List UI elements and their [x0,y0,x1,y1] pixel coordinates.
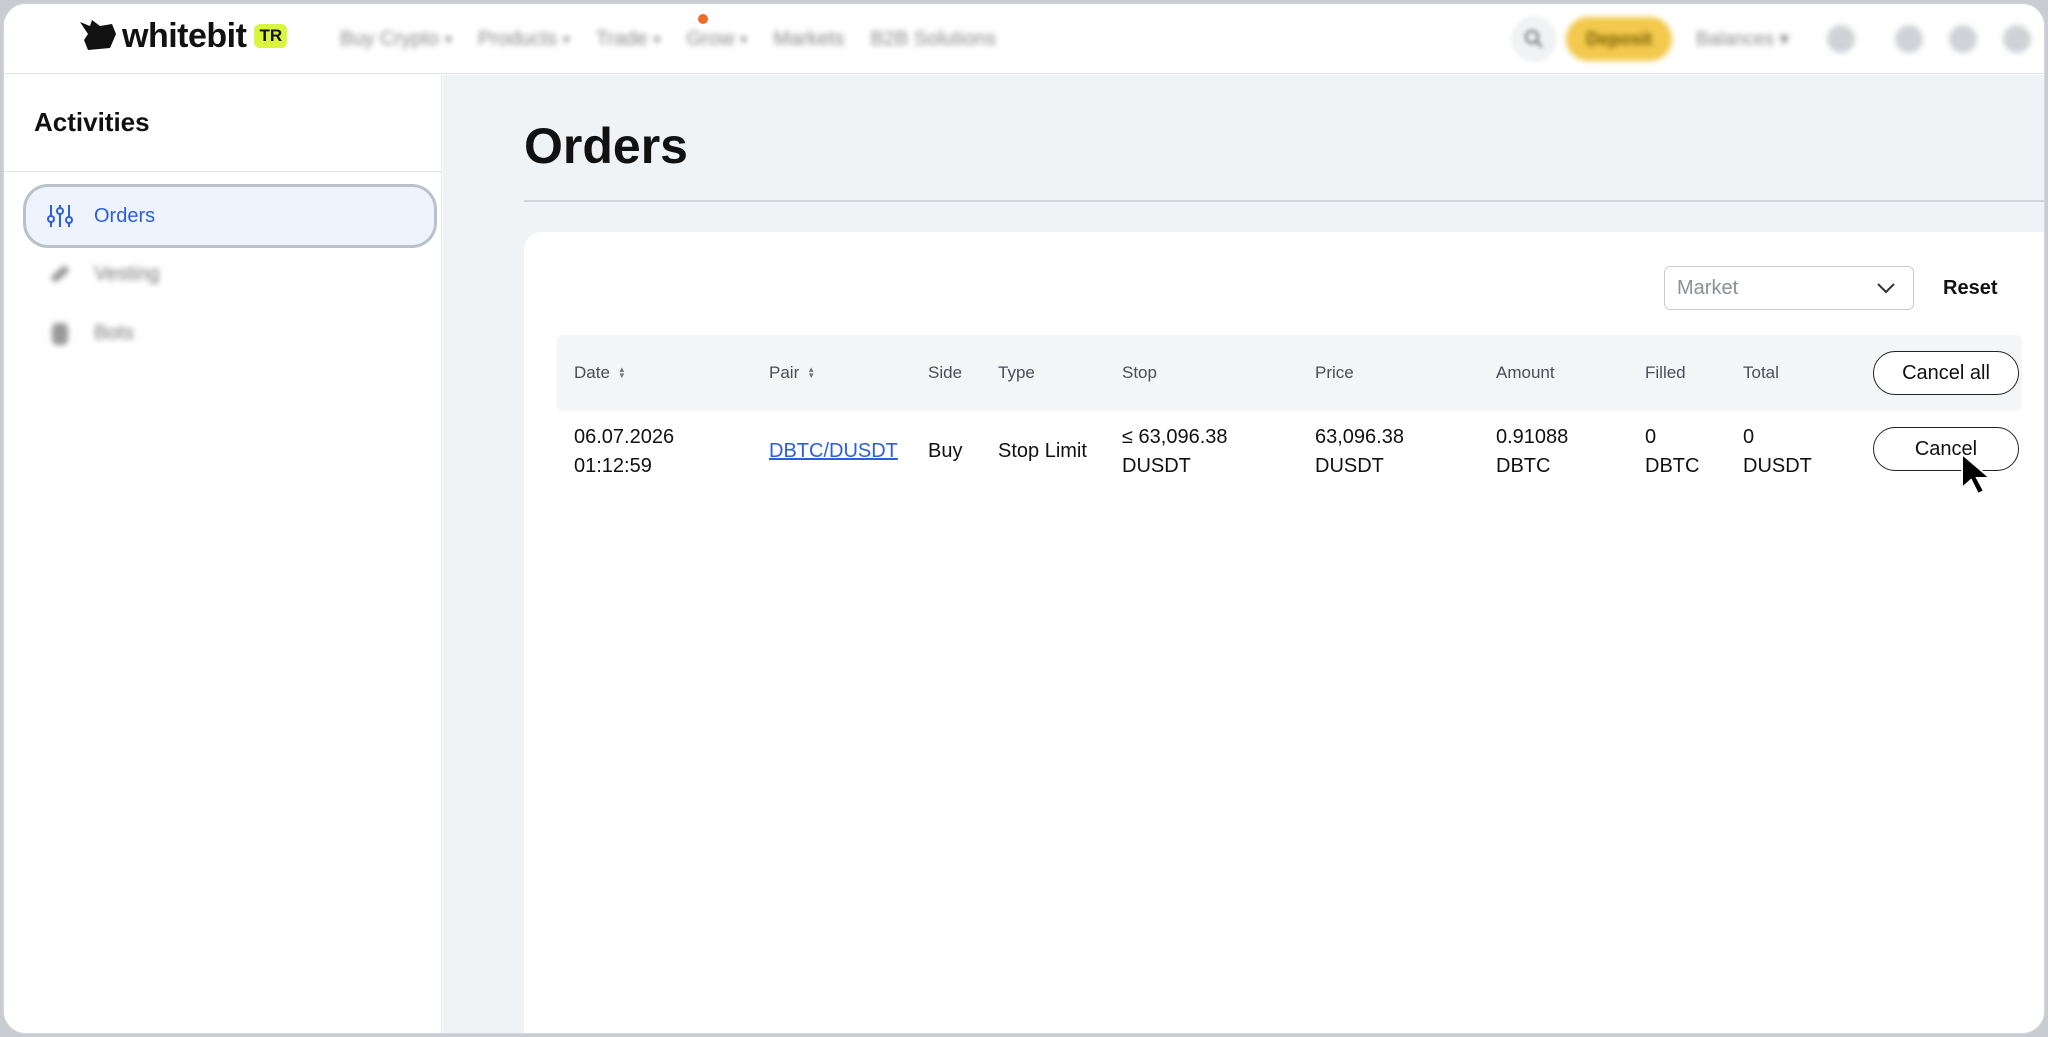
whitebit-logo-icon [80,20,116,50]
order-pair-link[interactable]: DBTC/DUSDT [769,437,898,466]
column-header-type: Type [998,363,1035,382]
market-select-placeholder: Market [1677,276,1739,299]
sidebar-item-label: Bots [94,321,135,344]
sidebar-item-vesting[interactable]: Vesting [26,245,434,303]
reset-button[interactable]: Reset [1943,266,1997,310]
sidebar-title: Activities [34,107,150,137]
user-icon[interactable] [1827,25,1855,53]
nav-grow[interactable]: Grow ▾ [686,28,747,51]
table-header: Date ▲ ▼ Pair ▲ ▼ Side Type Stop Price Amo… [557,335,2022,411]
market-select[interactable]: Market [1664,266,1914,310]
chevron-down-icon [1877,283,1895,294]
page-title: Orders [524,118,688,174]
order-price: 63,096.38 DUSDT [1315,426,1404,477]
search-icon [1525,30,1543,48]
sidebar-item-orders[interactable]: Orders [26,187,434,245]
column-header-amount: Amount [1496,363,1555,382]
order-side: Buy [928,440,963,462]
main-content: Orders Market Reset Date ▲ ▼ Pair ▲ ▼ Side… [443,75,2044,1033]
cancel-order-button[interactable]: Cancel [1873,427,2019,471]
sidebar-item-label: Vesting [94,262,160,285]
order-date: 06.07.2026 01:12:59 [574,426,675,477]
cancel-all-button[interactable]: Cancel all [1873,351,2019,395]
order-filled: 0 DBTC [1645,426,1700,477]
nav-buy-crypto[interactable]: Buy Crypto ▾ [340,28,452,51]
brand-logo[interactable]: whitebit TR [78,17,288,55]
link-icon [46,260,74,288]
column-header-price: Price [1315,363,1354,382]
brand-name: whitebit [122,17,247,55]
nav-markets[interactable]: Markets [773,28,844,51]
column-header-stop: Stop [1122,363,1157,382]
sidebar-item-label: Orders [94,204,156,227]
bot-icon [46,319,74,347]
order-total: 0 DUSDT [1743,426,1812,477]
nav-b2b-solutions[interactable]: B2B Solutions [870,28,996,51]
chevron-down-icon: ▾ [653,30,661,47]
column-header-pair[interactable]: Pair ▲ ▼ [769,335,815,411]
title-divider [524,200,2044,202]
orders-card: Market Reset Date ▲ ▼ Pair ▲ ▼ Side Type S… [524,232,2044,1033]
sidebar-item-bots[interactable]: Bots [26,304,434,362]
nav-products[interactable]: Products ▾ [478,28,570,51]
order-stop: ≤ 63,096.38 DUSDT [1122,426,1228,477]
theme-toggle-icon[interactable] [2003,25,2031,53]
nav-trade[interactable]: Trade ▾ [596,28,661,51]
sort-icon[interactable]: ▲ ▼ [807,366,815,380]
sort-icon[interactable]: ▲ ▼ [618,366,626,380]
globe-icon[interactable] [1949,25,1977,53]
header-actions: Deposit Balances ▾ [1512,4,2031,74]
sidebar-divider [4,171,441,172]
deposit-button[interactable]: Deposit [1566,17,1672,61]
order-type: Stop Limit [998,440,1087,462]
chevron-down-icon: ▾ [740,30,748,47]
chevron-down-icon: ▾ [562,30,570,47]
support-icon[interactable] [1895,25,1923,53]
search-button[interactable] [1512,17,1556,61]
column-header-date[interactable]: Date ▲ ▼ [574,335,626,411]
order-amount: 0.91088 DBTC [1496,426,1569,477]
main-nav: Buy Crypto ▾ Products ▾ Trade ▾ Grow ▾ Marke… [340,4,996,74]
column-header-filled: Filled [1645,363,1686,382]
column-header-total: Total [1743,363,1779,382]
table-row: 06.07.2026 01:12:59 DBTC/DUSDT Buy Stop … [557,411,2022,491]
balances-menu[interactable]: Balances ▾ [1696,28,1789,51]
chevron-down-icon: ▾ [444,30,452,47]
sliders-icon [46,202,74,230]
notification-dot [698,14,708,24]
app-window: whitebit TR Buy Crypto ▾ Products ▾ Trade ▾… [4,4,2044,1033]
column-header-side: Side [928,363,963,382]
brand-badge: TR [254,24,288,48]
top-header: whitebit TR Buy Crypto ▾ Products ▾ Trade ▾… [4,4,2044,74]
sidebar: Activities Orders Vesting Bots [4,75,442,1033]
